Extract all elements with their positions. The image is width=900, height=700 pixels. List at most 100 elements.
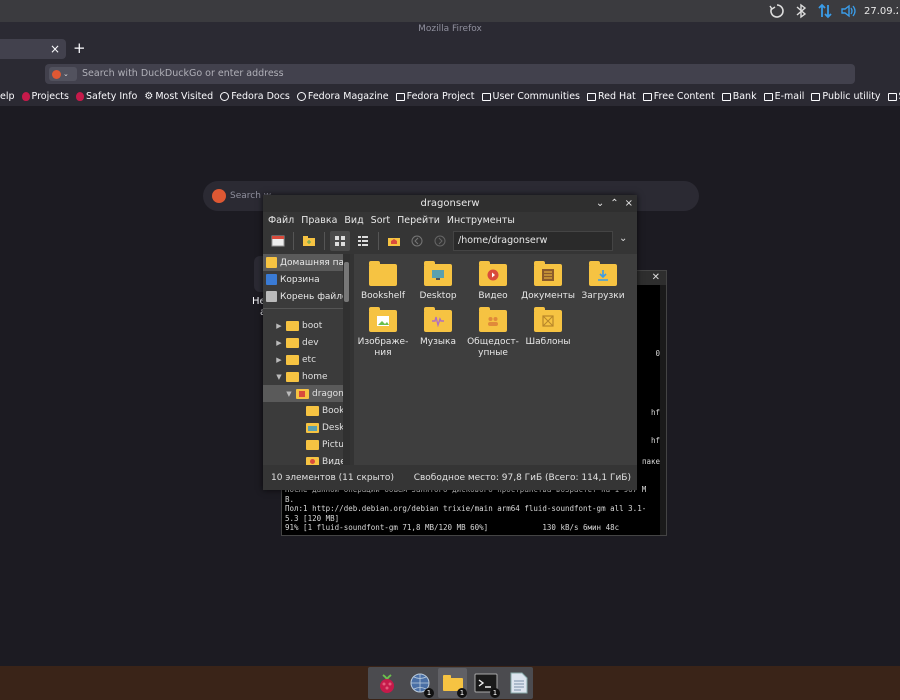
- menu-item[interactable]: Правка: [301, 215, 337, 226]
- bookmark-item[interactable]: Store: [887, 91, 900, 102]
- back-button[interactable]: [407, 231, 427, 251]
- volume-icon[interactable]: [840, 2, 858, 20]
- tree-node[interactable]: ▼ home: [263, 368, 350, 385]
- expander-icon[interactable]: ▶: [275, 322, 283, 330]
- bookmark-item[interactable]: Fedora Docs: [220, 91, 290, 102]
- folder-item[interactable]: Изображе-ния: [356, 307, 410, 359]
- close-tab-icon[interactable]: ×: [50, 42, 60, 56]
- tree-node[interactable]: ▶ boot: [263, 317, 350, 334]
- bookmark-item[interactable]: E-mail: [763, 91, 804, 102]
- new-folder-button[interactable]: [299, 231, 319, 251]
- bluetooth-icon[interactable]: [792, 2, 810, 20]
- search-engine-button[interactable]: ⌄: [49, 67, 77, 81]
- tree-node[interactable]: Desktop: [263, 419, 350, 436]
- terminal-close-icon[interactable]: ✕: [652, 272, 660, 283]
- place-label: Корзина: [280, 274, 320, 285]
- bookmark-item[interactable]: Red Hat: [586, 91, 636, 102]
- tree-node[interactable]: ▶ dev: [263, 334, 350, 351]
- clock[interactable]: 27.09.2: [864, 6, 898, 17]
- dock-badge: 1: [424, 688, 434, 698]
- folder-item[interactable]: Загрузки: [576, 261, 630, 302]
- folder-item[interactable]: Bookshelf: [356, 261, 410, 302]
- expander-icon[interactable]: ▼: [285, 390, 293, 398]
- trash-icon: [266, 274, 277, 285]
- minimize-icon[interactable]: ⌄: [596, 195, 604, 212]
- new-tab-button[interactable]: +: [73, 39, 86, 57]
- folder-view: Bookshelf Desktop Видео Документы Загрузки Из…: [354, 254, 637, 465]
- bookmark-item[interactable]: Free Content: [642, 91, 715, 102]
- terminal-line: Пол:1 http://deb.debian.org/debian trixi…: [285, 504, 647, 513]
- tree-node[interactable]: ▼dragonserw: [263, 385, 350, 402]
- close-icon[interactable]: ×: [625, 195, 633, 212]
- terminal-scrollbar[interactable]: [660, 285, 666, 535]
- bookmark-item[interactable]: Fedora Project: [395, 91, 475, 102]
- tree-node[interactable]: Pictures: [263, 436, 350, 453]
- path-dropdown-icon[interactable]: ⌄: [619, 233, 627, 244]
- expander-icon[interactable]: ▶: [275, 339, 283, 347]
- menu-item[interactable]: Файл: [268, 215, 294, 226]
- place-trash[interactable]: Корзина: [263, 271, 350, 288]
- sync-icon[interactable]: [768, 2, 786, 20]
- tree-node[interactable]: Видео: [263, 453, 350, 465]
- maximize-icon[interactable]: ⌃: [610, 195, 618, 212]
- file-manager-titlebar[interactable]: dragonserw ⌄ ⌃ ×: [263, 195, 637, 212]
- gear-icon: ⚙: [144, 91, 154, 102]
- bookmark-item[interactable]: Projects: [21, 91, 69, 102]
- side-pane-scrollbar[interactable]: [343, 254, 350, 465]
- text-editor-dock-button[interactable]: [504, 668, 533, 698]
- terminal-dock-button[interactable]: 1: [471, 668, 500, 698]
- music-folder-icon: [424, 307, 452, 332]
- public-folder-icon: [479, 307, 507, 332]
- bookmark-item[interactable]: User Communities: [481, 91, 580, 102]
- bookmark-item[interactable]: Bank: [721, 91, 757, 102]
- folder-item[interactable]: Desktop: [411, 261, 465, 302]
- folder-item-label: Изображе-ния: [357, 337, 409, 358]
- bookmark-item[interactable]: Public utility: [811, 91, 881, 102]
- home-button[interactable]: [384, 231, 404, 251]
- browser-tab[interactable]: ×: [0, 39, 66, 59]
- menu-bar: Файл Правка Вид Sort Перейти Инструменты: [263, 212, 637, 228]
- folder-item[interactable]: Документы: [521, 261, 575, 302]
- url-bar[interactable]: ⌄ Search with DuckDuckGo or enter addres…: [45, 64, 855, 84]
- file-manager-window[interactable]: dragonserw ⌄ ⌃ × Файл Правка Вид Sort Перейт…: [263, 195, 637, 490]
- expander-icon[interactable]: ▶: [275, 356, 283, 364]
- tree-node[interactable]: ▶ etc: [263, 351, 350, 368]
- menu-item[interactable]: Вид: [344, 215, 363, 226]
- bookmark-item[interactable]: ⚙ Most Visited: [144, 91, 213, 102]
- raspberry-menu-button[interactable]: [372, 668, 401, 698]
- new-window-button[interactable]: [268, 231, 288, 251]
- dock-badge: 1: [457, 688, 467, 698]
- scrollbar-thumb[interactable]: [344, 262, 349, 302]
- bookmark-item[interactable]: elp: [0, 91, 15, 102]
- list-view-button[interactable]: [353, 231, 373, 251]
- folder-icon: [306, 422, 319, 433]
- home-icon: [266, 257, 277, 268]
- web-browser-button[interactable]: 1: [405, 668, 434, 698]
- folder-item-label: Документы: [521, 291, 575, 301]
- bookmark-item[interactable]: Safety Info: [75, 91, 137, 102]
- path-input[interactable]: /home/dragonserw: [453, 231, 613, 251]
- toolbar-separator: [378, 232, 379, 250]
- globe-icon: [220, 92, 230, 101]
- expander-icon[interactable]: ▼: [275, 373, 283, 381]
- file-manager-dock-button[interactable]: 1: [438, 668, 467, 698]
- tree-node-label: home: [302, 371, 328, 382]
- network-icon[interactable]: [816, 2, 834, 20]
- menu-item[interactable]: Sort: [371, 215, 390, 226]
- tree-node[interactable]: Bookshelf: [263, 402, 350, 419]
- bookmark-item[interactable]: Fedora Magazine: [296, 91, 389, 102]
- menu-item[interactable]: Перейти: [397, 215, 440, 226]
- folder-item[interactable]: Общедост-упные: [466, 307, 520, 359]
- status-bar: 10 элементов (11 скрыто) Свободное место…: [263, 465, 637, 490]
- firefox-tabbar: × +: [0, 37, 900, 61]
- icon-view-button[interactable]: [330, 231, 350, 251]
- folder-icon: [721, 92, 731, 101]
- forward-button[interactable]: [430, 231, 450, 251]
- folder-item[interactable]: Шаблоны: [521, 307, 575, 348]
- folder-item[interactable]: Видео: [466, 261, 520, 302]
- folder-item[interactable]: Музыка: [411, 307, 465, 348]
- place-home[interactable]: Домашняя па...: [263, 254, 350, 271]
- place-drive[interactable]: Корень файло...: [263, 288, 350, 305]
- bookmark-label: User Communities: [492, 91, 580, 102]
- menu-item[interactable]: Инструменты: [447, 215, 515, 226]
